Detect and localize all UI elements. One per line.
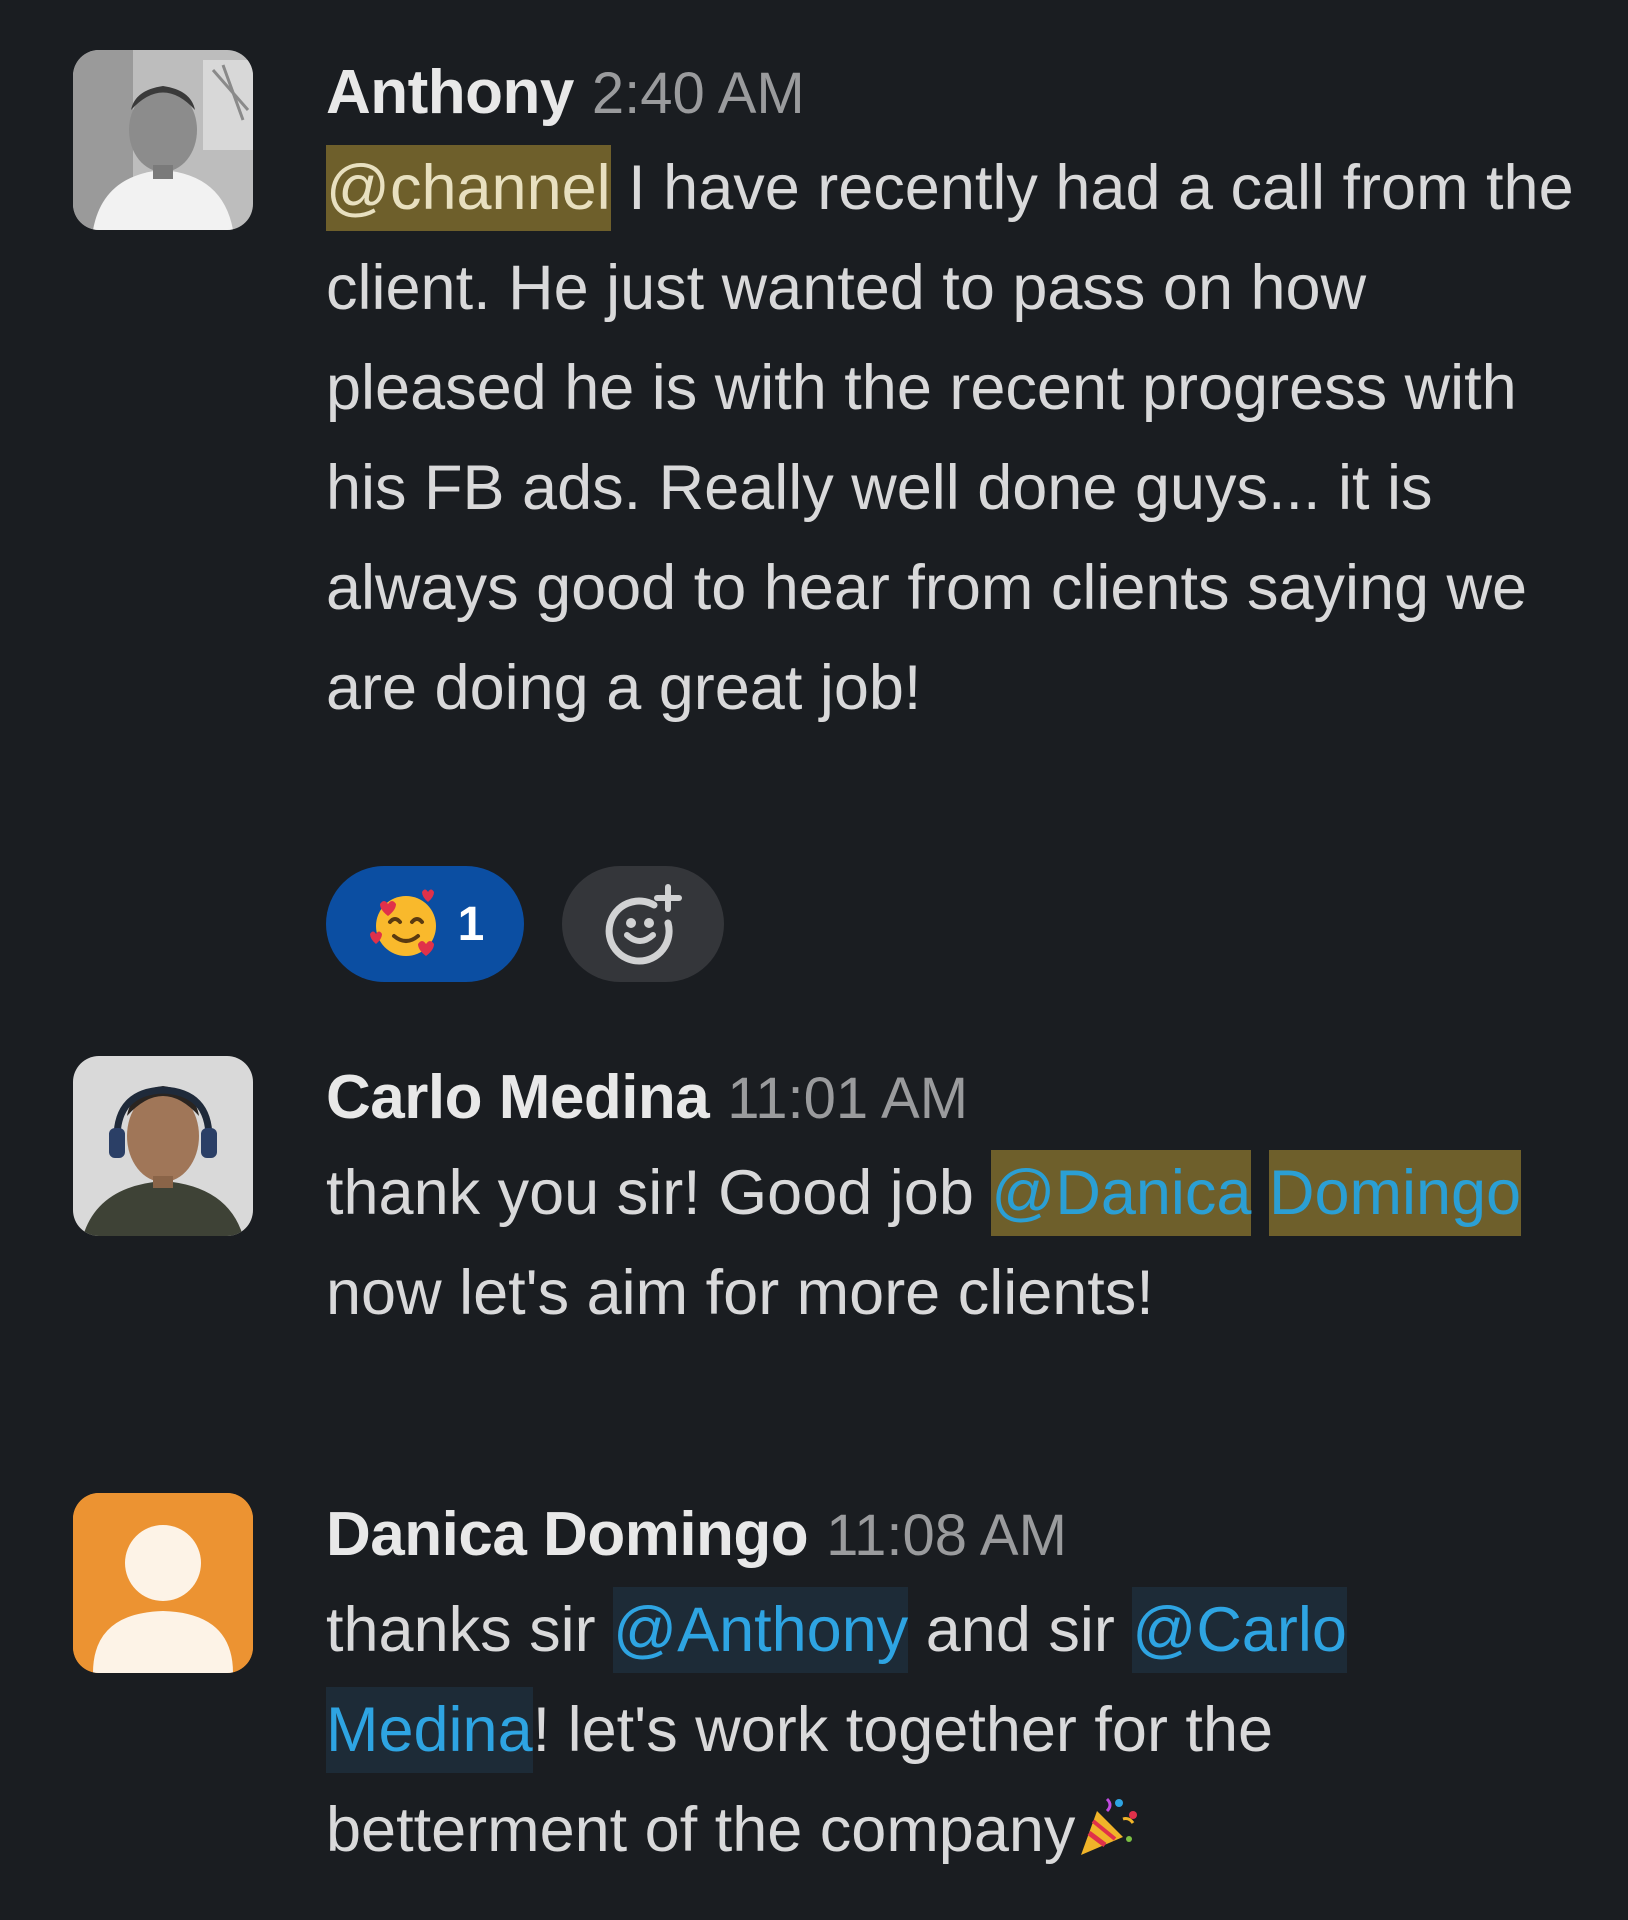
message-header: Carlo Medina 11:01 AM [326,1053,1586,1143]
default-user-icon [73,1493,253,1673]
message-text-content: I have recently had a call from the clie… [326,153,1574,723]
person-photo-icon [73,50,253,230]
message-header: Danica Domingo 11:08 AM [326,1490,1586,1580]
smiling-face-with-hearts-icon [369,889,436,956]
avatar-danica-domingo[interactable] [73,1493,253,1673]
reactions-bar: 1 [326,866,724,982]
message-content: Anthony 2:40 AM @channel I have recently … [326,48,1586,738]
message-feed: Anthony 2:40 AM @channel I have recently … [0,0,1628,1920]
message-text: thank you sir! Good job @Danica Domingo … [326,1143,1586,1343]
avatar-anthony[interactable] [73,50,253,230]
mention-anthony[interactable]: @Anthony [613,1587,909,1673]
author-name[interactable]: Danica Domingo [326,1500,809,1569]
message-header: Anthony 2:40 AM [326,48,1586,138]
add-reaction-button[interactable] [562,866,724,982]
message-text-after: now let's aim for more clients! [326,1258,1154,1328]
message-text-1: thanks sir [326,1595,614,1665]
timestamp[interactable]: 2:40 AM [592,61,805,126]
message-content: Carlo Medina 11:01 AM thank you sir! Good… [326,1053,1586,1343]
mention-danica-domingo[interactable]: @Danica [991,1150,1252,1236]
author-name[interactable]: Carlo Medina [326,1063,710,1132]
message-text-before: thank you sir! Good job [326,1158,992,1228]
timestamp[interactable]: 11:08 AM [826,1503,1067,1568]
reaction-count: 1 [457,897,485,951]
person-photo-icon [73,1056,253,1236]
message-text-2: and sir [908,1595,1133,1665]
mention-channel[interactable]: @channel [326,145,611,231]
message-text: thanks sir @Anthony and sir @Carlo Medin… [326,1580,1586,1888]
message-text: @channel I have recently had a call from… [326,138,1586,738]
reaction-pill[interactable]: 1 [326,866,524,982]
message-content: Danica Domingo 11:08 AM thanks sir @Antho… [326,1490,1586,1888]
party-popper-icon [1075,1788,1141,1888]
author-name[interactable]: Anthony [326,58,574,127]
mention-carlo-medina-cont[interactable]: Medina [326,1687,533,1773]
mention-danica-domingo-cont[interactable]: Domingo [1268,1150,1522,1236]
timestamp[interactable]: 11:01 AM [727,1066,968,1131]
avatar-carlo-medina[interactable] [73,1056,253,1236]
mention-carlo-medina[interactable]: @Carlo [1132,1587,1347,1673]
add-reaction-icon [605,884,682,965]
